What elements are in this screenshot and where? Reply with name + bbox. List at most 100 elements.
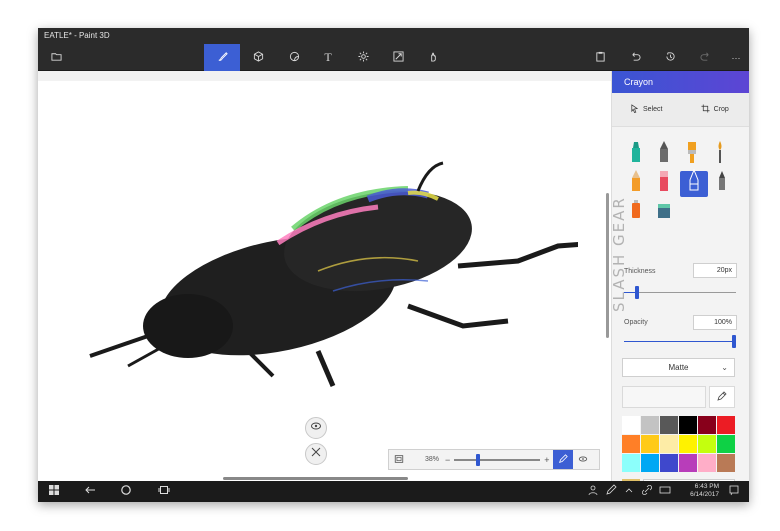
- color-swatch[interactable]: [717, 416, 735, 434]
- canvas-area[interactable]: [38, 71, 611, 481]
- thickness-value[interactable]: 20px: [693, 263, 737, 278]
- eyedropper-button[interactable]: [709, 386, 735, 408]
- 3d-shapes-button[interactable]: [240, 44, 276, 71]
- color-swatch[interactable]: [679, 416, 697, 434]
- chevron-down-icon: ⌄: [721, 363, 728, 372]
- sun-icon: [357, 49, 369, 67]
- crop-label: Crop: [713, 106, 729, 113]
- pen-tray-icon[interactable]: [604, 481, 618, 502]
- view-mode-button[interactable]: [573, 450, 593, 469]
- redo-icon: [700, 49, 711, 67]
- folder-icon: [50, 49, 62, 67]
- watercolor-brush[interactable]: [708, 141, 732, 169]
- chevron-up-tray-icon[interactable]: [622, 481, 636, 502]
- crop-button[interactable]: Crop: [681, 104, 750, 115]
- eraser-icon: [657, 168, 671, 197]
- pixel-pen-brush[interactable]: [710, 171, 734, 197]
- thickness-label: Thickness: [624, 268, 656, 275]
- color-swatch[interactable]: [660, 416, 678, 434]
- eraser-brush[interactable]: [652, 171, 676, 197]
- undo-button[interactable]: [617, 44, 653, 71]
- history-icon: [665, 49, 676, 67]
- remix-button[interactable]: [415, 44, 451, 71]
- calligraphy-pen-brush[interactable]: [652, 140, 676, 169]
- calligraphy-pen-icon: [657, 140, 671, 169]
- community-icon: [428, 49, 439, 67]
- pixel-pen-icon: [715, 168, 729, 197]
- people-tray-icon[interactable]: [586, 481, 600, 502]
- resize-icon: [392, 49, 404, 67]
- stickers-button[interactable]: [276, 44, 312, 71]
- oil-brush[interactable]: [680, 142, 704, 169]
- close-button[interactable]: [305, 443, 327, 465]
- current-color-field[interactable]: [622, 386, 706, 408]
- finish-dropdown[interactable]: Matte ⌄: [622, 358, 735, 377]
- eye-rotate-icon: [310, 419, 322, 437]
- fit-screen-icon: [394, 454, 404, 466]
- action-center-button[interactable]: [726, 481, 742, 502]
- color-swatch[interactable]: [622, 416, 640, 434]
- menu-button[interactable]: [38, 44, 74, 71]
- brush-icon: [217, 49, 228, 67]
- chevron-up-icon: [623, 483, 635, 501]
- finish-value: Matte: [668, 363, 689, 372]
- fit-to-screen-button[interactable]: [389, 450, 409, 469]
- pencil-brush[interactable]: [624, 170, 648, 197]
- opacity-value[interactable]: 100%: [693, 315, 737, 330]
- canvas-button[interactable]: [380, 44, 416, 71]
- color-swatch[interactable]: [698, 454, 716, 472]
- color-swatch[interactable]: [698, 416, 716, 434]
- color-swatch[interactable]: [641, 435, 659, 453]
- color-swatch[interactable]: [698, 435, 716, 453]
- vertical-scrollbar[interactable]: [606, 193, 609, 338]
- brushes-tool-button[interactable]: [204, 44, 240, 71]
- view-3d-button[interactable]: [305, 417, 327, 439]
- panel-title: Crayon: [612, 71, 749, 93]
- edit-mode-button[interactable]: [552, 450, 573, 469]
- color-swatch[interactable]: [622, 454, 640, 472]
- thickness-slider-thumb[interactable]: [635, 286, 639, 299]
- watermark-logo: SLASH GEAR: [610, 196, 628, 312]
- undo-icon: [630, 49, 641, 67]
- history-button[interactable]: [652, 44, 688, 71]
- zoom-slider-thumb[interactable]: [476, 453, 481, 466]
- color-swatch[interactable]: [622, 435, 640, 453]
- thickness-slider[interactable]: [624, 286, 736, 299]
- beetle-3d-model[interactable]: [78, 151, 578, 391]
- effects-button[interactable]: [345, 44, 381, 71]
- clock-date: 6/14/2017: [690, 491, 719, 498]
- start-button[interactable]: [44, 481, 64, 502]
- back-arrow-icon: [84, 483, 96, 501]
- taskbar-clock[interactable]: 6:43 PM 6/14/2017: [690, 483, 719, 499]
- cortana-button[interactable]: [116, 481, 136, 502]
- opacity-slider-thumb[interactable]: [732, 335, 736, 348]
- color-swatch[interactable]: [679, 435, 697, 453]
- task-view-icon: [158, 483, 170, 501]
- more-button[interactable]: ···: [718, 44, 749, 71]
- zoom-out-button[interactable]: −: [445, 455, 450, 465]
- opacity-slider[interactable]: [624, 335, 736, 348]
- crayon-brush[interactable]: [680, 168, 708, 197]
- keyboard-tray-icon[interactable]: [658, 481, 672, 502]
- marker-brush[interactable]: [624, 142, 648, 169]
- color-swatch[interactable]: [660, 435, 678, 453]
- color-swatch[interactable]: [660, 454, 678, 472]
- color-swatch[interactable]: [679, 454, 697, 472]
- paste-button[interactable]: [582, 44, 618, 71]
- color-swatch[interactable]: [641, 454, 659, 472]
- horizontal-scrollbar[interactable]: [223, 477, 408, 480]
- network-tray-icon[interactable]: [640, 481, 654, 502]
- zoom-slider[interactable]: [454, 453, 541, 466]
- circle-icon: [120, 483, 132, 501]
- task-view-button[interactable]: [154, 481, 174, 502]
- text-tool-button[interactable]: T: [310, 44, 346, 71]
- color-swatch[interactable]: [717, 435, 735, 453]
- select-button[interactable]: Select: [612, 104, 681, 115]
- color-swatch[interactable]: [717, 454, 735, 472]
- notification-icon: [728, 483, 740, 501]
- zoom-in-button[interactable]: +: [544, 455, 549, 465]
- windows-taskbar: 6:43 PM 6/14/2017: [38, 481, 749, 502]
- back-button[interactable]: [80, 481, 100, 502]
- color-swatch[interactable]: [641, 416, 659, 434]
- fill-bucket-tool[interactable]: [652, 199, 676, 225]
